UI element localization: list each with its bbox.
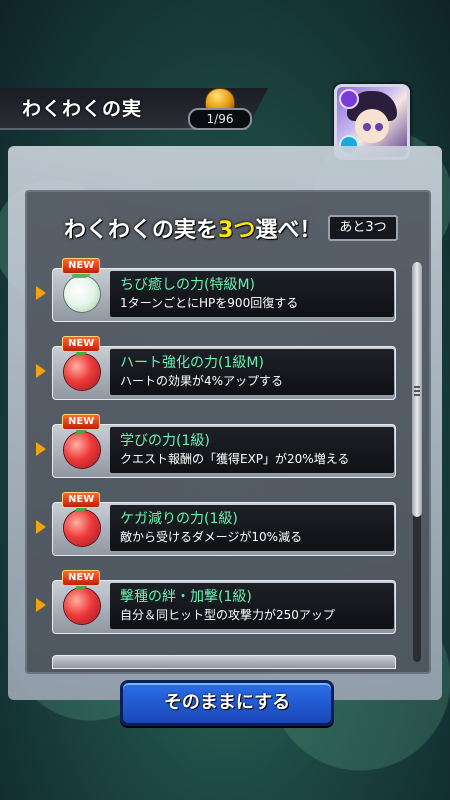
new-badge: NEW (62, 258, 101, 274)
scroll-grip (414, 394, 420, 396)
list-item-partial[interactable] (52, 655, 396, 669)
remaining-count-badge: あと3つ (328, 215, 398, 241)
element-badge-icon (339, 89, 359, 109)
item-name: ハート強化の力(1級M) (120, 355, 264, 371)
item-description: 自分＆同ヒット型の攻撃力が250アップ (120, 608, 335, 622)
red-fruit-icon (64, 580, 100, 624)
item-name: 撃種の絆・加撃(1級) (120, 589, 252, 605)
arrow-right-icon (36, 520, 46, 534)
red-fruit-icon (64, 346, 100, 390)
scroll-grip (414, 386, 420, 388)
avatar-eye (375, 123, 383, 131)
new-badge: NEW (62, 492, 101, 508)
list-item[interactable]: NEW ハート強化の力(1級M) ハートの効果が4%アップする (36, 336, 396, 402)
new-badge: NEW (62, 336, 101, 352)
keep-as-is-button[interactable]: そのままにする (120, 680, 334, 726)
arrow-right-icon (36, 364, 46, 378)
helmet-icon (205, 88, 235, 110)
item-name: 学びの力(1級) (120, 433, 210, 449)
selection-prompt: わくわくの実を3つ選べ！ (64, 212, 321, 244)
item-description: ハートの効果が4%アップする (120, 374, 284, 388)
counter-value: 1/96 (188, 108, 252, 130)
prompt-text-after: 選べ！ (255, 218, 322, 243)
avatar-face (355, 109, 389, 143)
new-badge: NEW (62, 570, 101, 586)
list-item[interactable]: NEW ケガ減りの力(1級) 敵から受けるダメージが10%減る (36, 492, 396, 558)
red-fruit-icon (64, 424, 100, 468)
scroll-grip (414, 390, 420, 392)
fruit-counter: 1/96 (188, 88, 252, 130)
item-description: 敵から受けるダメージが10%減る (120, 530, 303, 544)
new-badge: NEW (62, 414, 101, 430)
item-name: ケガ減りの力(1級) (120, 511, 238, 527)
list-item[interactable]: NEW 学びの力(1級) クエスト報酬の「獲得EXP」が20%増える (36, 414, 396, 480)
prompt-text-before: わくわくの実を (64, 218, 219, 243)
avatar-eye (363, 123, 371, 131)
item-description: 1ターンごとにHPを900回復する (120, 296, 299, 310)
arrow-right-icon (36, 442, 46, 456)
page-title: わくわくの実 (22, 98, 143, 120)
red-fruit-icon (64, 502, 100, 546)
list-item[interactable]: NEW ちび癒しの力(特級M) 1ターンごとにHPを900回復する (36, 258, 396, 324)
item-description: クエスト報酬の「獲得EXP」が20%増える (120, 452, 350, 466)
item-name: ちび癒しの力(特級M) (120, 277, 256, 293)
list-item[interactable]: NEW 撃種の絆・加撃(1級) 自分＆同ヒット型の攻撃力が250アップ (36, 570, 396, 636)
arrow-right-icon (36, 286, 46, 300)
prompt-count: 3つ (218, 218, 256, 243)
white-fruit-icon (64, 268, 100, 312)
arrow-right-icon (36, 598, 46, 612)
